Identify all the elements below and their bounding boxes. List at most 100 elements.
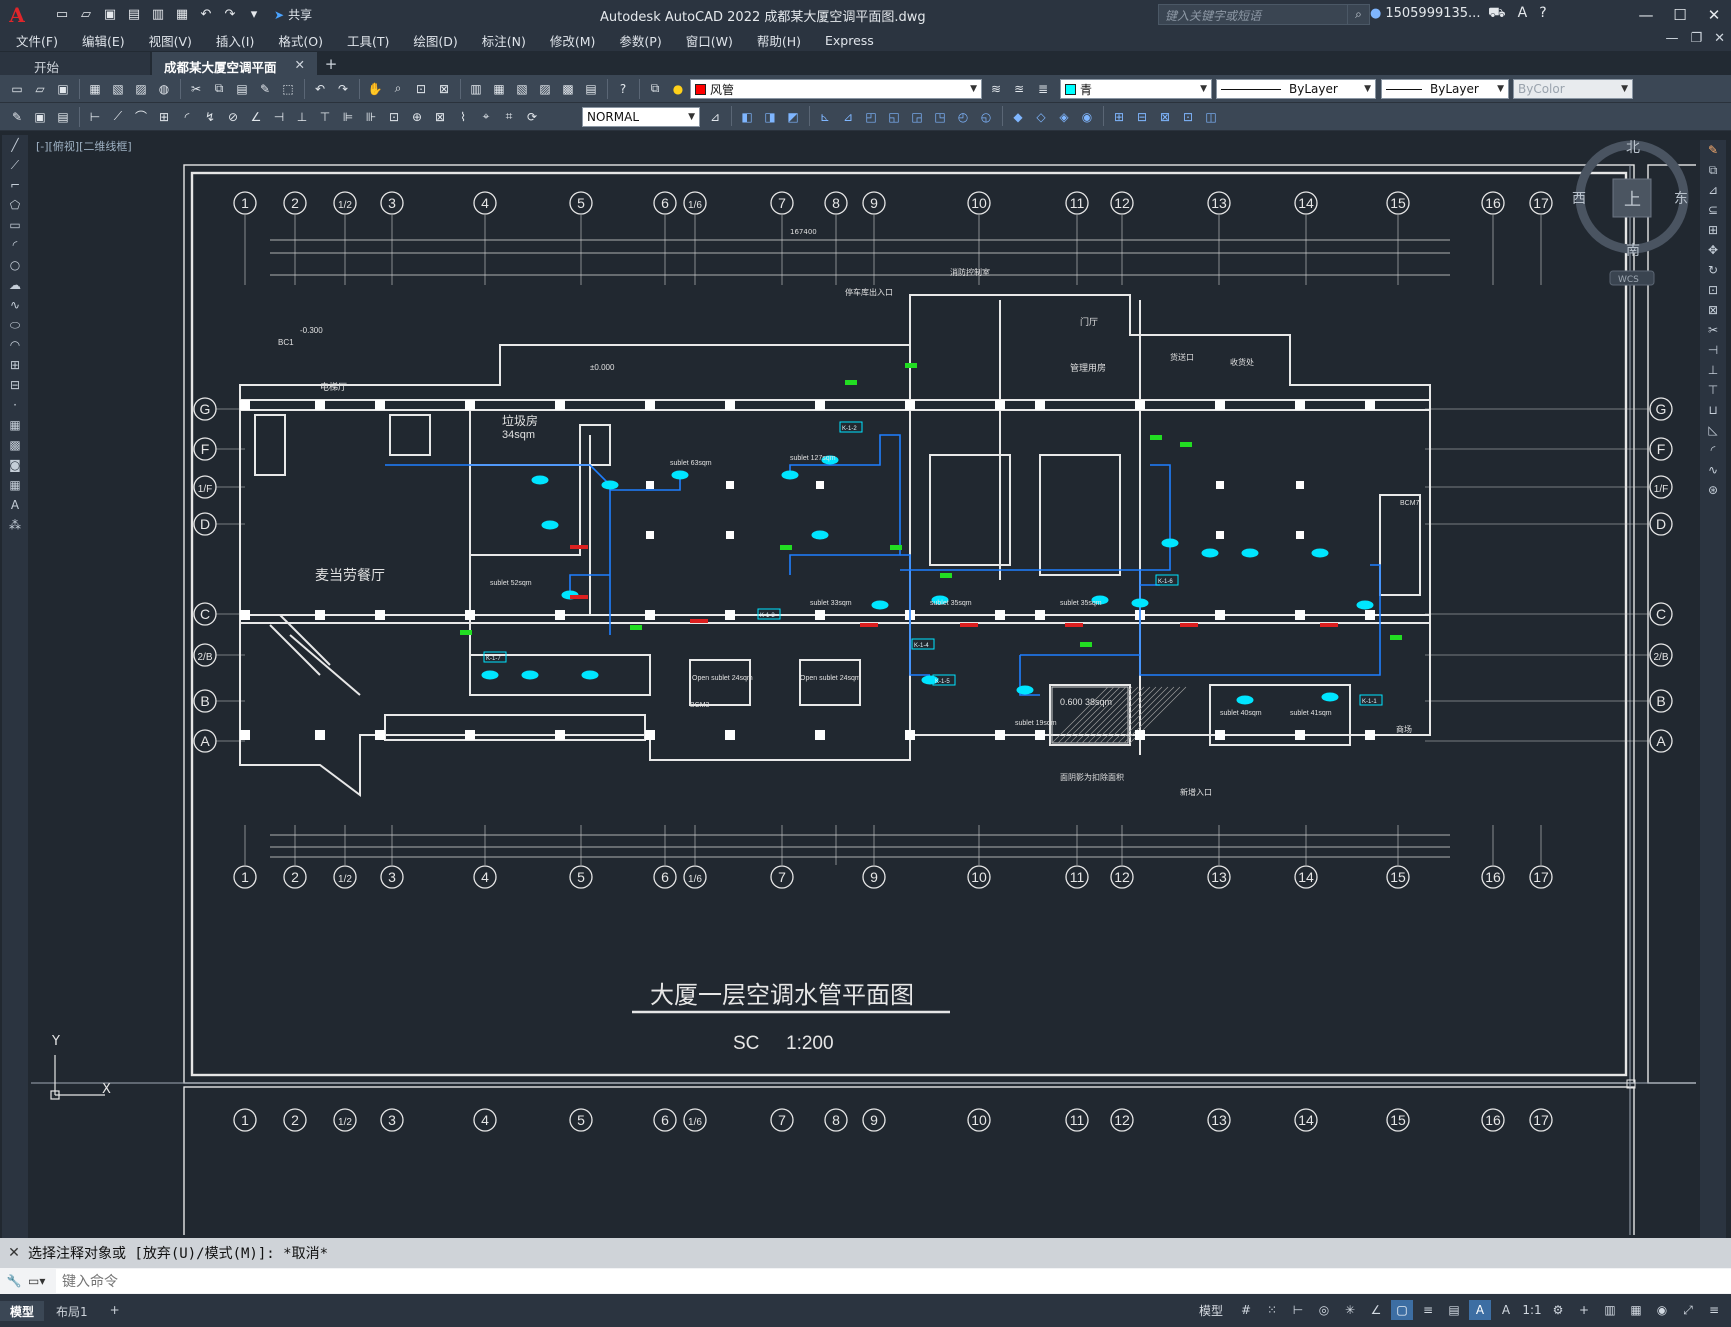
center-mark-icon[interactable]: ⊕ bbox=[406, 106, 428, 128]
model-space-label[interactable]: 模型 bbox=[1199, 1302, 1223, 1319]
copy-icon[interactable]: ⧉ bbox=[208, 78, 230, 100]
object-tracking-icon[interactable]: ∠ bbox=[1365, 1300, 1387, 1320]
insert-block-icon[interactable]: ⊞ bbox=[1108, 106, 1130, 128]
menu-edit[interactable]: 编辑(E) bbox=[82, 31, 125, 50]
construction-line-icon[interactable]: ⟋ bbox=[2, 155, 28, 175]
maximize-button[interactable]: ☐ bbox=[1663, 0, 1697, 29]
search-icon[interactable]: ⌕ bbox=[1348, 4, 1370, 25]
help-search-input[interactable]: 键入关键字或短语 bbox=[1158, 4, 1348, 25]
ucs-icon[interactable]: ⊾ bbox=[814, 106, 836, 128]
isolate-objects-icon[interactable]: ◉ bbox=[1651, 1300, 1673, 1320]
compass-south[interactable]: 南 bbox=[1626, 243, 1640, 259]
linetype-dropdown[interactable]: ByLayer ▼ bbox=[1216, 79, 1376, 99]
fillet-icon[interactable]: ◜ bbox=[1700, 440, 1726, 460]
isodraft-icon[interactable]: ✳ bbox=[1339, 1300, 1361, 1320]
quick-properties-icon[interactable]: ▦ bbox=[1625, 1300, 1647, 1320]
menu-parametric[interactable]: 参数(P) bbox=[619, 31, 661, 50]
save-icon[interactable]: ▣ bbox=[100, 5, 120, 25]
ellipse-icon[interactable]: ⬭ bbox=[2, 315, 28, 335]
grid-icon[interactable]: # bbox=[1235, 1300, 1257, 1320]
linear-dim-icon[interactable]: ⊢ bbox=[84, 106, 106, 128]
add-selected-icon[interactable]: ⁂ bbox=[2, 515, 28, 535]
compass-west[interactable]: 西 bbox=[1572, 191, 1586, 207]
aligned-dim-icon[interactable]: ⟋ bbox=[107, 106, 129, 128]
color-dropdown[interactable]: 青 ▼ bbox=[1060, 79, 1212, 99]
text-style-dropdown[interactable]: NORMAL ▼ bbox=[582, 107, 700, 127]
tab-drawing[interactable]: 成都某大厦空调平面图* ✕ bbox=[152, 52, 317, 94]
publish-tb-icon[interactable]: ▨ bbox=[130, 78, 152, 100]
menu-window[interactable]: 窗口(W) bbox=[686, 31, 733, 50]
table-icon[interactable]: ▦ bbox=[2, 475, 28, 495]
move-icon[interactable]: ✥ bbox=[1700, 240, 1726, 260]
lineweight-icon[interactable]: ≡ bbox=[1417, 1300, 1439, 1320]
baseline-dim-icon[interactable]: ⊥ bbox=[291, 106, 313, 128]
render-icon[interactable]: ◈ bbox=[1053, 106, 1075, 128]
doc-restore-icon[interactable]: ❐ bbox=[1690, 31, 1702, 46]
make-block-tool-icon[interactable]: ⊟ bbox=[2, 375, 28, 395]
ucs-world-icon[interactable]: ⊿ bbox=[837, 106, 859, 128]
arc-icon[interactable]: ◜ bbox=[2, 235, 28, 255]
preview-icon[interactable]: ▧ bbox=[107, 78, 129, 100]
add-layout-icon[interactable]: + bbox=[100, 1301, 130, 1321]
user-account[interactable]: ● 1505999135... bbox=[1370, 6, 1480, 21]
tab-close-icon[interactable]: ✕ bbox=[295, 57, 305, 72]
command-input[interactable] bbox=[56, 1269, 1731, 1293]
doc-close-icon[interactable]: ✕ bbox=[1714, 31, 1725, 46]
mirror-icon[interactable]: ⊿ bbox=[1700, 180, 1726, 200]
continue-dim-icon[interactable]: ⊤ bbox=[314, 106, 336, 128]
units-icon[interactable]: ▥ bbox=[1599, 1300, 1621, 1320]
dim-update-icon[interactable]: ⟳ bbox=[521, 106, 543, 128]
spline-icon[interactable]: ∿ bbox=[2, 295, 28, 315]
circle-icon[interactable]: ○ bbox=[2, 255, 28, 275]
annotation-monitor-icon[interactable]: + bbox=[1573, 1300, 1595, 1320]
chamfer-icon[interactable]: ◺ bbox=[1700, 420, 1726, 440]
calculator-icon[interactable]: ▤ bbox=[580, 78, 602, 100]
point-icon[interactable]: · bbox=[2, 395, 28, 415]
angular-dim-icon[interactable]: ∠ bbox=[245, 106, 267, 128]
view-front-icon[interactable]: ◧ bbox=[736, 106, 758, 128]
markup-icon[interactable]: ▩ bbox=[557, 78, 579, 100]
sheet-set-icon[interactable]: ▨ bbox=[534, 78, 556, 100]
customize-qat-icon[interactable]: ▾ bbox=[244, 5, 264, 25]
redo-tb-icon[interactable]: ↷ bbox=[332, 78, 354, 100]
jogged-dim-icon[interactable]: ↯ bbox=[199, 106, 221, 128]
inspect-icon[interactable]: ⊠ bbox=[429, 106, 451, 128]
ucs-origin-icon[interactable]: ◴ bbox=[952, 106, 974, 128]
open-icon[interactable]: ▱ bbox=[29, 78, 51, 100]
insert-block-tool-icon[interactable]: ⊞ bbox=[2, 355, 28, 375]
open-file-icon[interactable]: ▱ bbox=[76, 5, 96, 25]
tab-start[interactable]: 开始 bbox=[0, 52, 150, 75]
tab-layout1[interactable]: 布局1 bbox=[46, 1301, 98, 1321]
explode-icon[interactable]: ⊛ bbox=[1700, 480, 1726, 500]
image-icon[interactable]: ⊡ bbox=[1177, 106, 1199, 128]
line-tool-icon[interactable]: ╱ bbox=[2, 135, 28, 155]
application-menu-button[interactable]: A bbox=[0, 0, 34, 29]
layer-properties-icon[interactable]: ⧉ bbox=[644, 78, 666, 100]
new-tab-button[interactable]: + bbox=[319, 52, 343, 75]
tolerance-icon[interactable]: ⊡ bbox=[383, 106, 405, 128]
object-snap-icon[interactable]: ▢ bbox=[1391, 1300, 1413, 1320]
new-file-icon[interactable]: ▭ bbox=[52, 5, 72, 25]
menu-express[interactable]: Express bbox=[825, 33, 874, 48]
ordinate-dim-icon[interactable]: ⊞ bbox=[153, 106, 175, 128]
zoom-realtime-icon[interactable]: ⌕ bbox=[387, 78, 409, 100]
menu-view[interactable]: 视图(V) bbox=[149, 31, 192, 50]
zoom-previous-icon[interactable]: ⊠ bbox=[433, 78, 455, 100]
clean-screen-icon[interactable]: ⤢ bbox=[1677, 1300, 1699, 1320]
ellipse-arc-icon[interactable]: ◠ bbox=[2, 335, 28, 355]
menu-dimension[interactable]: 标注(N) bbox=[482, 31, 526, 50]
dim-style-icon[interactable]: ▣ bbox=[29, 106, 51, 128]
radius-dim-icon[interactable]: ◜ bbox=[176, 106, 198, 128]
pan-icon[interactable]: ✋ bbox=[364, 78, 386, 100]
make-current-layer-icon[interactable]: ≋ bbox=[985, 78, 1007, 100]
plot-icon[interactable]: ▦ bbox=[172, 5, 192, 25]
ucs-previous-icon[interactable]: ◰ bbox=[860, 106, 882, 128]
lineweight-dropdown[interactable]: ByLayer ▼ bbox=[1381, 79, 1509, 99]
help-tb-icon[interactable]: ? bbox=[612, 78, 634, 100]
tab-model[interactable]: 模型 bbox=[0, 1300, 45, 1321]
recent-commands-icon[interactable]: ▭▾ bbox=[28, 1274, 56, 1288]
close-button[interactable]: ✕ bbox=[1697, 0, 1731, 29]
viewcube[interactable]: 上 北 南 东 西 WCS bbox=[1570, 135, 1696, 305]
gradient-icon[interactable]: ▩ bbox=[2, 435, 28, 455]
break-icon[interactable]: ⊤ bbox=[1700, 380, 1726, 400]
